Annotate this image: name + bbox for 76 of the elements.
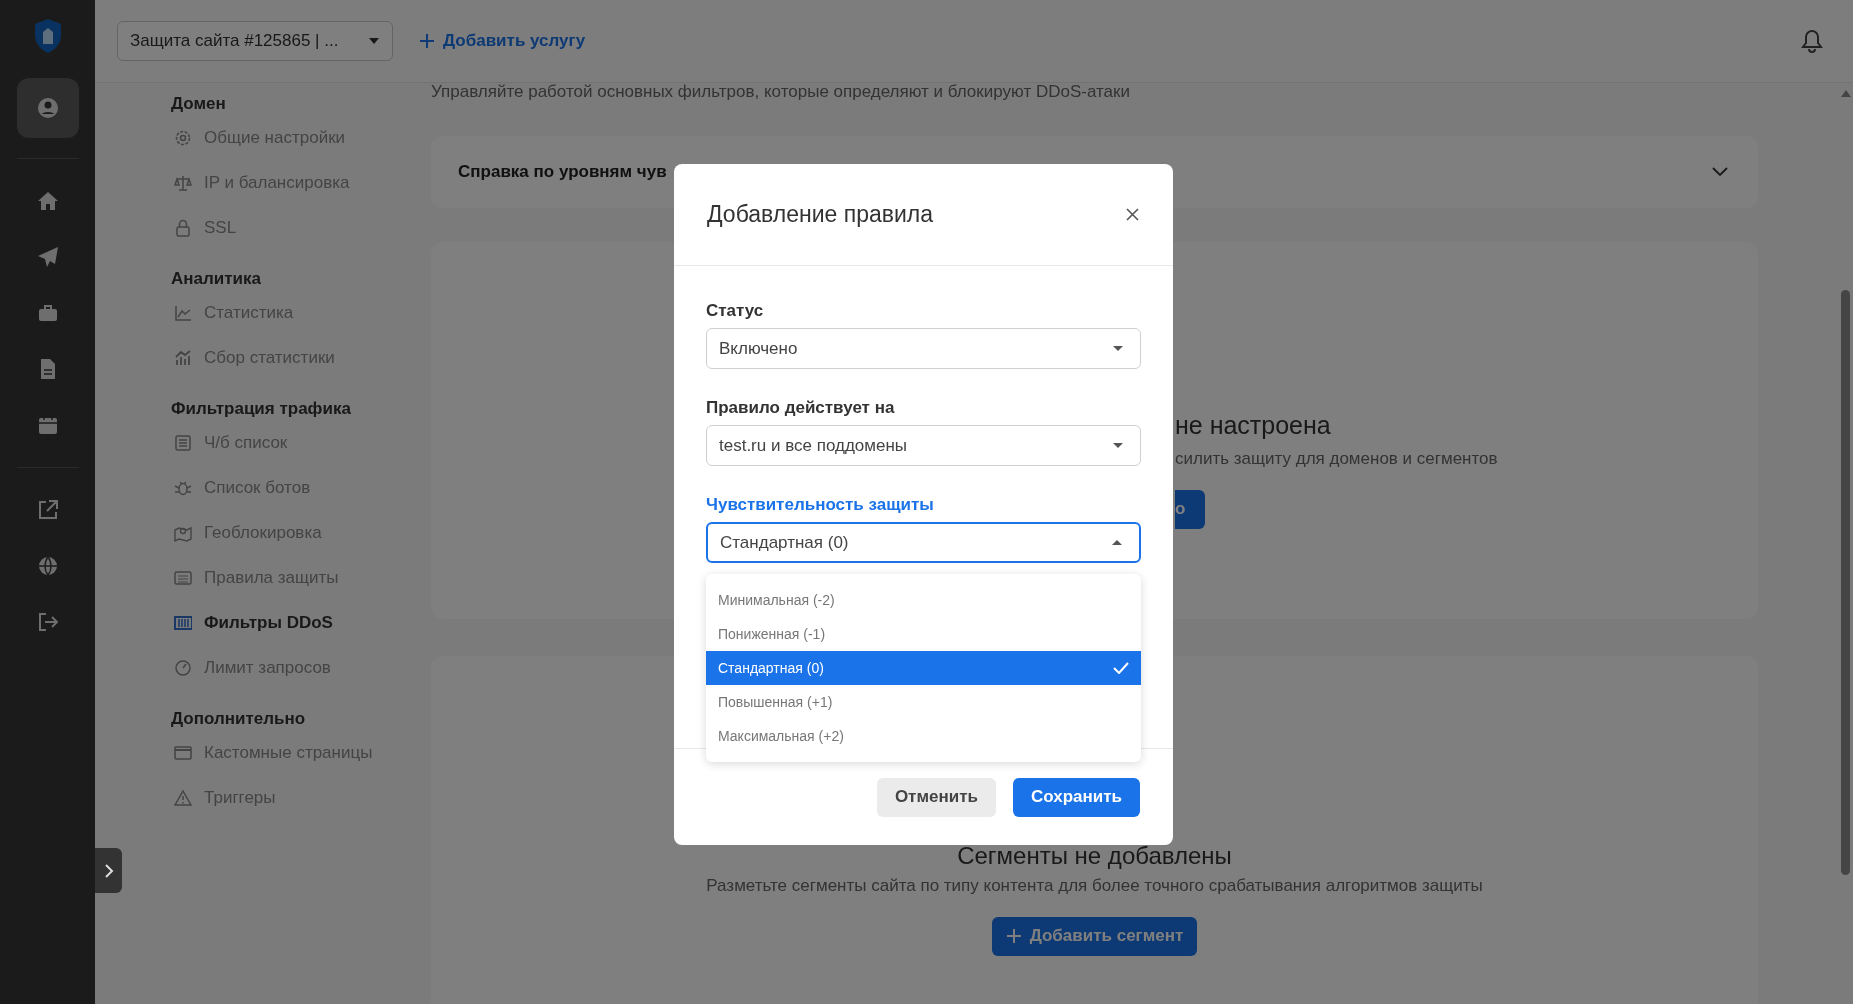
warning-icon <box>174 788 192 807</box>
caret-icon <box>1111 539 1123 546</box>
external-link-icon <box>36 499 59 521</box>
chevron-down-icon[interactable] <box>1712 167 1728 177</box>
card-title: Справка по уровням чув <box>458 161 667 184</box>
section-heading: Дополнительно <box>171 708 307 730</box>
section-heading: Домен <box>171 93 227 115</box>
checkmark-icon <box>1113 662 1129 674</box>
notification-bell-icon[interactable] <box>1801 29 1823 53</box>
lock-icon <box>174 218 192 237</box>
field-label: Статус <box>706 300 765 322</box>
dropdown-option[interactable]: Стандартная (0) <box>706 651 1141 685</box>
caret-icon <box>1112 442 1124 449</box>
nav-item[interactable]: Триггеры <box>171 775 431 820</box>
list-icon <box>174 568 192 587</box>
empty-description: Разметьте сегменты сайта по типу контента для более точного срабатывания алгоритмов защиты <box>706 875 1483 897</box>
gauge-icon <box>174 658 192 677</box>
section-heading: Аналитика <box>171 268 262 290</box>
nav-item[interactable]: Ч/б список <box>171 420 431 465</box>
select-field[interactable]: Включено <box>706 328 1141 369</box>
close-icon[interactable] <box>1126 208 1139 221</box>
logout-icon <box>36 611 59 633</box>
chevron-right-icon <box>103 862 114 879</box>
field-label: Чувствительность защиты <box>706 494 935 516</box>
select-field[interactable]: Стандартная (0) <box>706 522 1141 563</box>
dropdown-option[interactable]: Максимальная (+2) <box>706 719 1141 753</box>
select-field[interactable]: test.ru и все поддомены <box>706 425 1141 466</box>
home-icon <box>36 190 59 212</box>
nav-item[interactable]: IP и балансировка <box>171 160 431 205</box>
dropdown-option[interactable]: Минимальная (-2) <box>706 583 1141 617</box>
nav-item[interactable]: Геоблокировка <box>171 510 431 555</box>
briefcase-icon <box>36 302 59 324</box>
add-segment-button[interactable]: Добавить сегмент <box>991 916 1198 956</box>
list-icon <box>174 433 192 452</box>
gear-icon <box>174 128 192 147</box>
rail-button[interactable] <box>16 78 79 138</box>
nav-item[interactable]: Кастомные страницы <box>171 730 431 775</box>
section-heading: Фильтрация трафика <box>171 398 352 420</box>
nav-item[interactable]: Сбор статистики <box>171 335 431 380</box>
plus-icon <box>419 33 435 49</box>
nav-item[interactable]: Статистика <box>171 290 431 335</box>
line-chart-icon <box>174 303 192 322</box>
nav-item[interactable]: SSL <box>171 205 431 250</box>
scales-icon <box>174 173 192 192</box>
paper-plane-icon <box>36 246 59 268</box>
service-select[interactable]: Защита сайта #125865 | ... <box>117 21 393 61</box>
caret-icon <box>368 37 380 45</box>
empty-title: Сегменты не добавлены <box>957 843 1232 869</box>
scrollbar-thumb[interactable] <box>1841 290 1850 875</box>
bar-chart-icon <box>174 348 192 367</box>
nav-item[interactable]: Общие настройки <box>171 115 431 160</box>
field-label: Правило действует на <box>706 397 896 419</box>
globe-icon <box>36 555 59 577</box>
window-icon <box>174 743 192 762</box>
rail-expand-button[interactable] <box>95 848 122 893</box>
dialog-title: Добавление правила <box>707 200 933 230</box>
plus-icon <box>1005 928 1022 944</box>
dropdown-option[interactable]: Пониженная (-1) <box>706 617 1141 651</box>
shield-logo-icon[interactable] <box>32 18 63 54</box>
dropdown-option[interactable]: Повышенная (+1) <box>706 685 1141 719</box>
empty-title: не настроена <box>1175 410 1331 440</box>
nav-item[interactable]: Список ботов <box>171 465 431 510</box>
scroll-up-icon[interactable] <box>1840 89 1852 98</box>
empty-description: силить защиту для доменов и сегментов <box>1175 448 1498 470</box>
page-subtitle: Управляйте работой основных фильтров, которые определяют и блокируют DDoS-атаки <box>431 81 1131 103</box>
columns-icon <box>174 613 192 632</box>
save-button[interactable]: Сохранить <box>1012 777 1140 817</box>
service-select-value: Защита сайта #125865 | ... <box>130 30 339 53</box>
cancel-button[interactable]: Отменить <box>876 777 996 817</box>
nav-item[interactable]: Лимит запросов <box>171 645 431 690</box>
add-service-link[interactable]: Добавить услугу <box>419 28 586 54</box>
nav-item[interactable]: Правила защиты <box>171 555 431 600</box>
configure-button[interactable]: о <box>1175 489 1205 529</box>
user-icon <box>36 97 59 119</box>
nav-item[interactable]: Фильтры DDoS <box>171 600 431 645</box>
caret-icon <box>1112 345 1124 352</box>
